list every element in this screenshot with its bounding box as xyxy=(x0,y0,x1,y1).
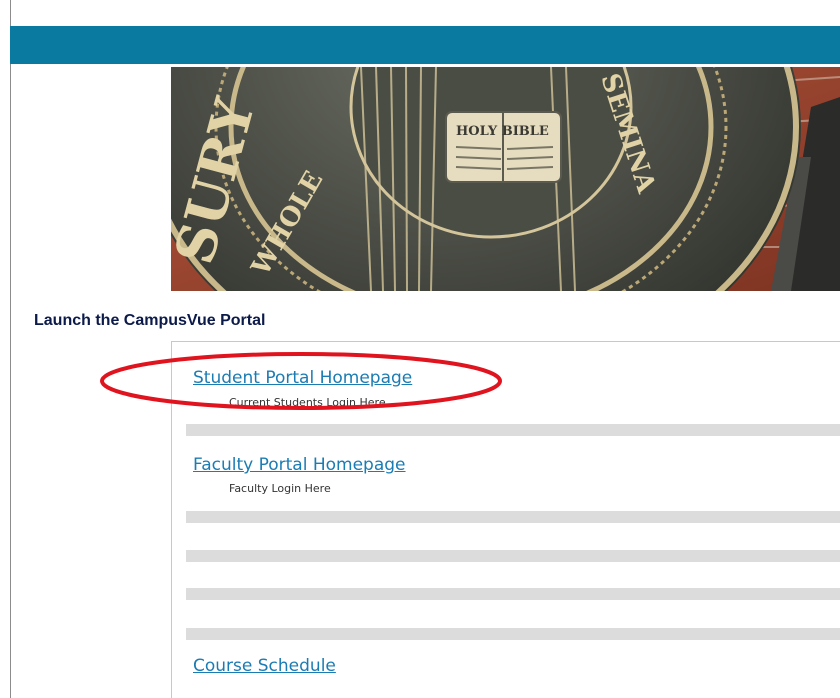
separator xyxy=(186,550,840,562)
separator xyxy=(186,588,840,600)
separator xyxy=(186,511,840,523)
separator xyxy=(186,424,840,436)
page-heading: Launch the CampusVue Portal xyxy=(34,312,266,329)
top-bar xyxy=(10,26,840,64)
separator xyxy=(186,628,840,640)
student-portal-description: Current Students Login Here xyxy=(229,396,386,409)
seal-text-holy: HOLY BIBLE xyxy=(456,124,549,139)
course-schedule-link[interactable]: Course Schedule xyxy=(193,656,336,676)
seal-illustration: HOLY BIBLE SURY WHOLE SEMINA xyxy=(171,67,840,291)
faculty-portal-link[interactable]: Faculty Portal Homepage xyxy=(193,455,406,475)
faculty-portal-description: Faculty Login Here xyxy=(229,482,331,495)
banner-image: HOLY BIBLE SURY WHOLE SEMINA xyxy=(171,67,840,291)
student-portal-link[interactable]: Student Portal Homepage xyxy=(193,368,412,388)
